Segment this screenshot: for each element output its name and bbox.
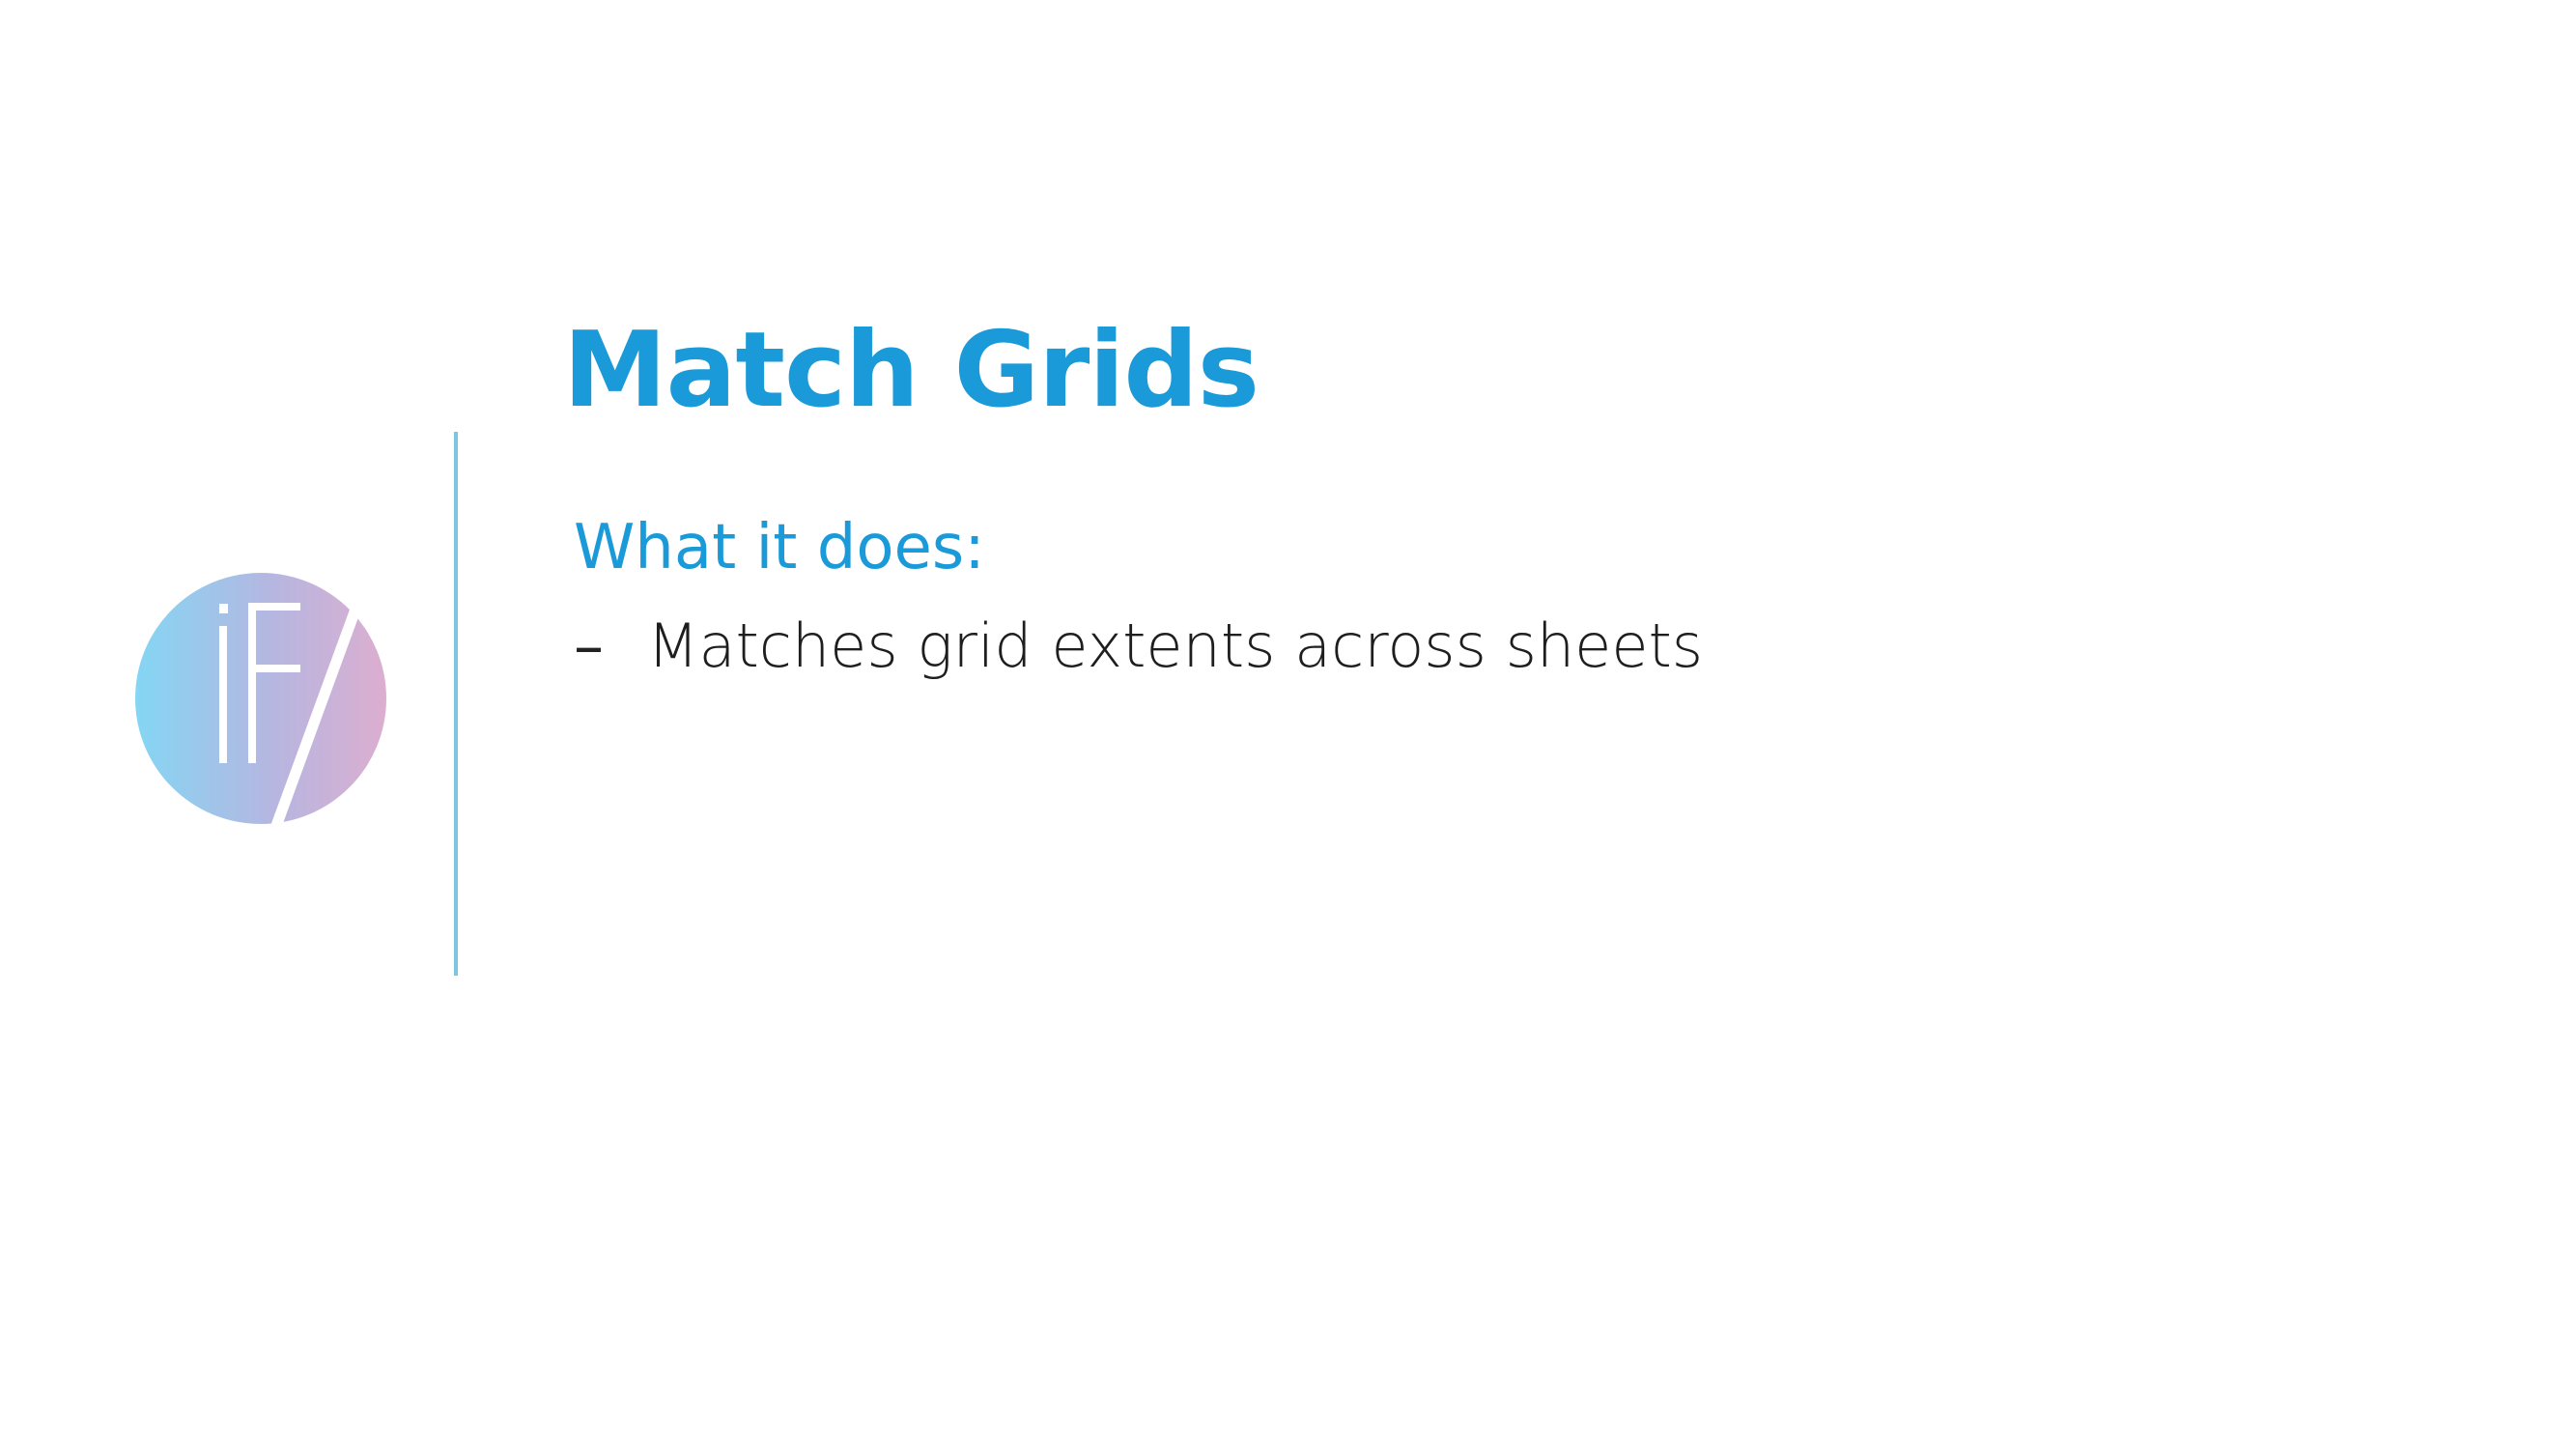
bullet-item: – Matches grid extents across sheets	[574, 616, 1703, 694]
bullet-text: Matches grid extents across sheets	[647, 611, 1704, 681]
bullet-marker: –	[574, 611, 604, 681]
if-slash-logo-icon	[133, 570, 389, 826]
slide: Match Grids What it does: – Matches grid…	[0, 0, 2576, 1449]
vertical-divider	[454, 432, 458, 976]
slide-title: Match Grids	[563, 310, 1260, 431]
section-subheading: What it does:	[574, 512, 985, 583]
